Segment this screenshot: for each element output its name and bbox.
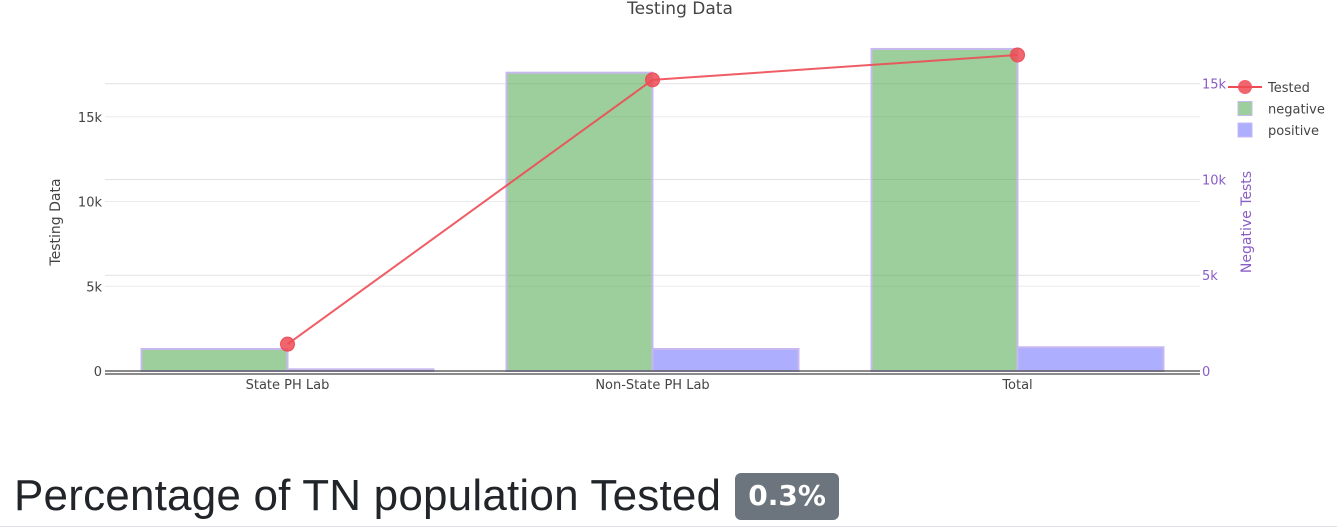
testing-data-chart: Testing Data 0 5k 10k 15k 0 5k 10k 15k State PH L… <box>0 0 1337 420</box>
bar-positive-1 <box>651 347 800 372</box>
legend-marker-Tested <box>1238 80 1252 94</box>
legend-swatch-positive <box>1237 122 1253 138</box>
bottom-divider <box>0 526 1337 527</box>
point-Tested-1 <box>645 72 660 88</box>
point-Tested-2 <box>1010 47 1025 63</box>
y-tick-label: 10k <box>78 196 103 211</box>
y2-axis-title: Negative Tests <box>1239 171 1255 273</box>
x-tick-label: Total <box>1001 378 1032 393</box>
y2-tick-label: 0 <box>1202 365 1210 380</box>
y-tick-label: 0 <box>94 365 102 380</box>
legend-swatch-negative <box>1237 101 1253 116</box>
x-tick-label: State PH Lab <box>246 378 330 393</box>
bar-negative-2 <box>870 47 1019 372</box>
bar-negative-0 <box>140 347 289 372</box>
bar-positive-2 <box>1016 346 1165 372</box>
y-tick-label: 15k <box>78 111 103 126</box>
y-axis-title: Testing Data <box>48 178 64 266</box>
percentage-badge: 0.3% <box>735 472 839 520</box>
y2-tick-label: 15k <box>1202 78 1227 93</box>
legend-label-positive: positive <box>1268 124 1319 139</box>
bar-negative-1 <box>505 71 654 373</box>
y2-tick-label: 10k <box>1202 173 1227 188</box>
percentage-tested-heading: Percentage of TN population Tested <box>14 471 722 520</box>
chart-svg: Testing Data 0 5k 10k 15k 0 5k 10k 15k State PH L… <box>48 0 1325 393</box>
point-Tested-0 <box>280 336 295 352</box>
percentage-tested-row: Percentage of TN population Tested 0.3% <box>14 468 839 524</box>
legend-label-Tested: Tested <box>1267 81 1310 96</box>
chart-title: Testing Data <box>626 0 733 19</box>
legend-label-negative: negative <box>1268 103 1325 118</box>
y-tick-label: 5k <box>86 280 102 295</box>
y2-tick-label: 5k <box>1202 269 1218 284</box>
x-tick-label: Non-State PH Lab <box>595 378 709 393</box>
